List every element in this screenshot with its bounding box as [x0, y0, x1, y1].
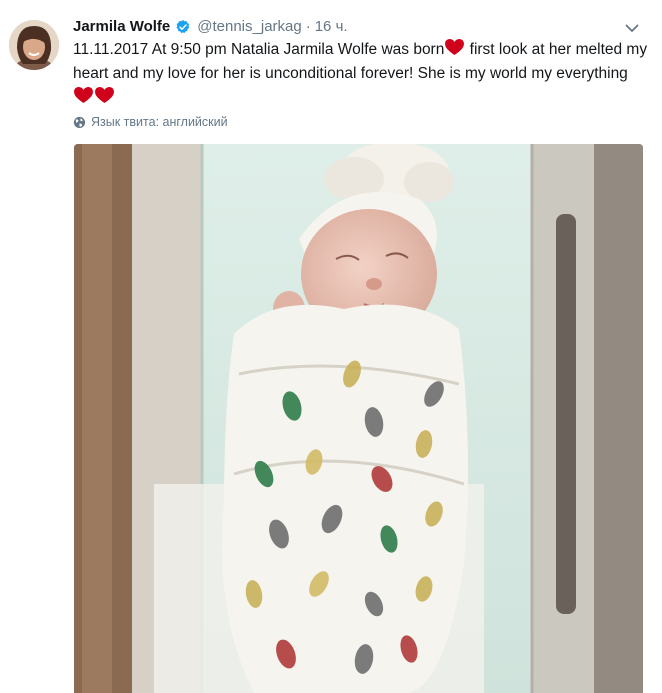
author-name[interactable]: Jarmila Wolfe	[73, 17, 170, 37]
newborn-photo	[74, 144, 643, 693]
tweet-text: 11.11.2017 At 9:50 pm Natalia Jarmila Wo…	[73, 38, 648, 110]
tweet-header: Jarmila Wolfe @tennis_jarkag · 16 ч.	[73, 16, 348, 38]
tweet-language[interactable]: Язык твита: английский	[73, 115, 228, 129]
heart-emoji	[445, 39, 465, 56]
tweet-text-part1: 11.11.2017 At 9:50 pm Natalia Jarmila Wo…	[73, 41, 445, 58]
tweet-timestamp[interactable]: 16 ч.	[315, 17, 348, 37]
verified-icon	[176, 20, 190, 34]
tweet-photo[interactable]	[74, 144, 643, 693]
tweet: Jarmila Wolfe @tennis_jarkag · 16 ч. 11.…	[0, 0, 662, 693]
chevron-down-icon	[625, 24, 639, 32]
author-handle[interactable]: @tennis_jarkag	[197, 17, 301, 37]
author-avatar[interactable]	[9, 20, 59, 70]
separator-dot: ·	[305, 18, 311, 35]
heart-emoji	[95, 87, 114, 104]
tweet-language-label: Язык твита: английский	[91, 115, 228, 129]
more-options-button[interactable]	[620, 18, 644, 38]
heart-emoji	[74, 87, 93, 104]
globe-icon	[73, 116, 86, 128]
